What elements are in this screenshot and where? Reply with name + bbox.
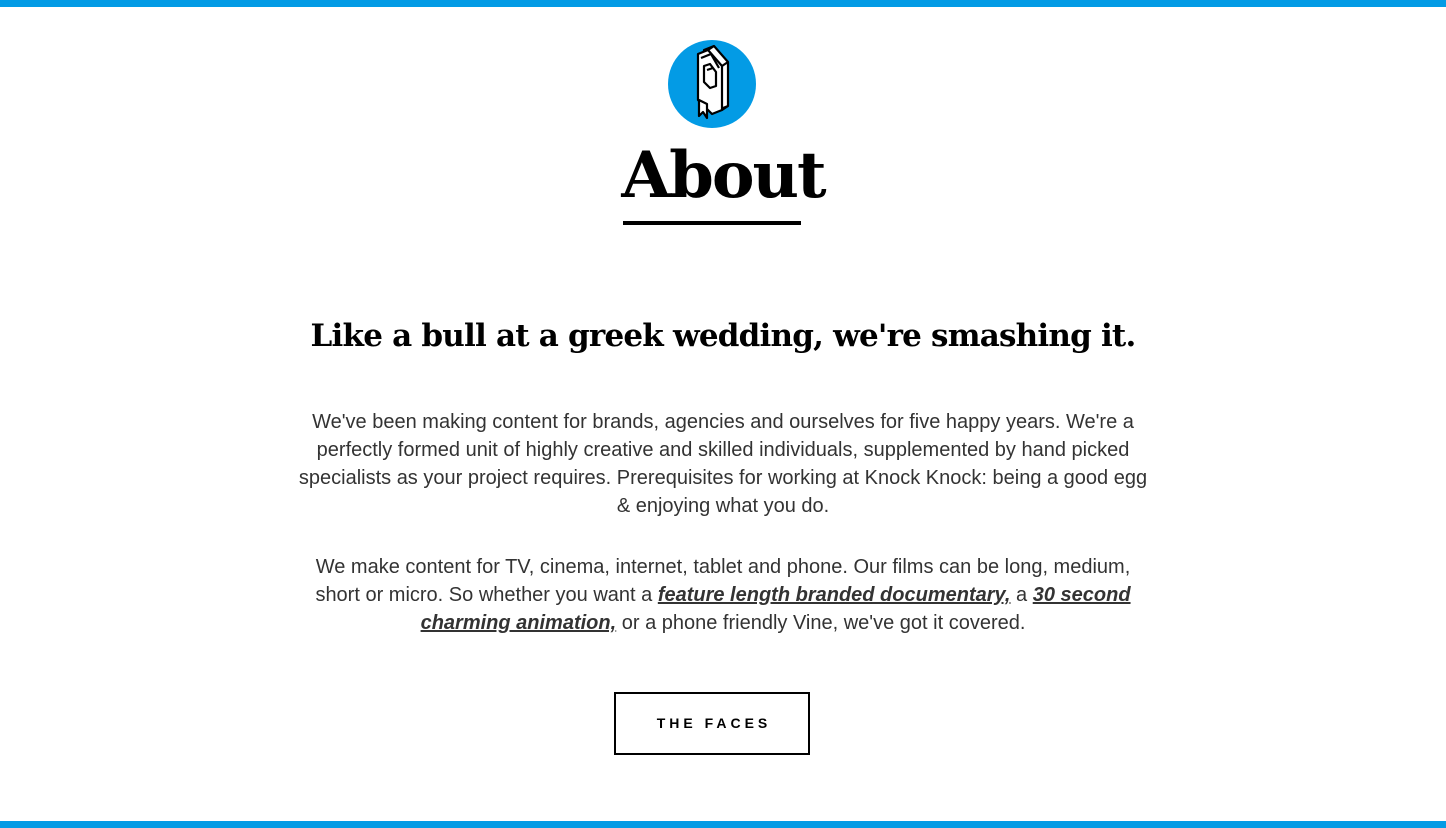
intro-paragraph: We've been making content for brands, ag… xyxy=(298,411,1148,517)
services-text-middle: a xyxy=(1010,584,1033,606)
top-accent-bar xyxy=(0,0,1446,7)
tagline-heading: Like a bull at a greek wedding, we're sm… xyxy=(310,318,1137,354)
page-title: About xyxy=(621,138,826,213)
title-underline xyxy=(623,221,801,225)
logo-icon[interactable] xyxy=(668,40,756,128)
bottom-accent-bar xyxy=(0,821,1446,828)
the-faces-button[interactable]: THE FACES xyxy=(614,692,810,755)
services-paragraph: We make content for TV, cinema, internet… xyxy=(293,553,1153,637)
feature-documentary-link[interactable]: feature length branded documentary, xyxy=(658,584,1011,606)
services-text-after: or a phone friendly Vine, we've got it c… xyxy=(616,612,1026,634)
book-bookmark-icon xyxy=(696,44,730,120)
